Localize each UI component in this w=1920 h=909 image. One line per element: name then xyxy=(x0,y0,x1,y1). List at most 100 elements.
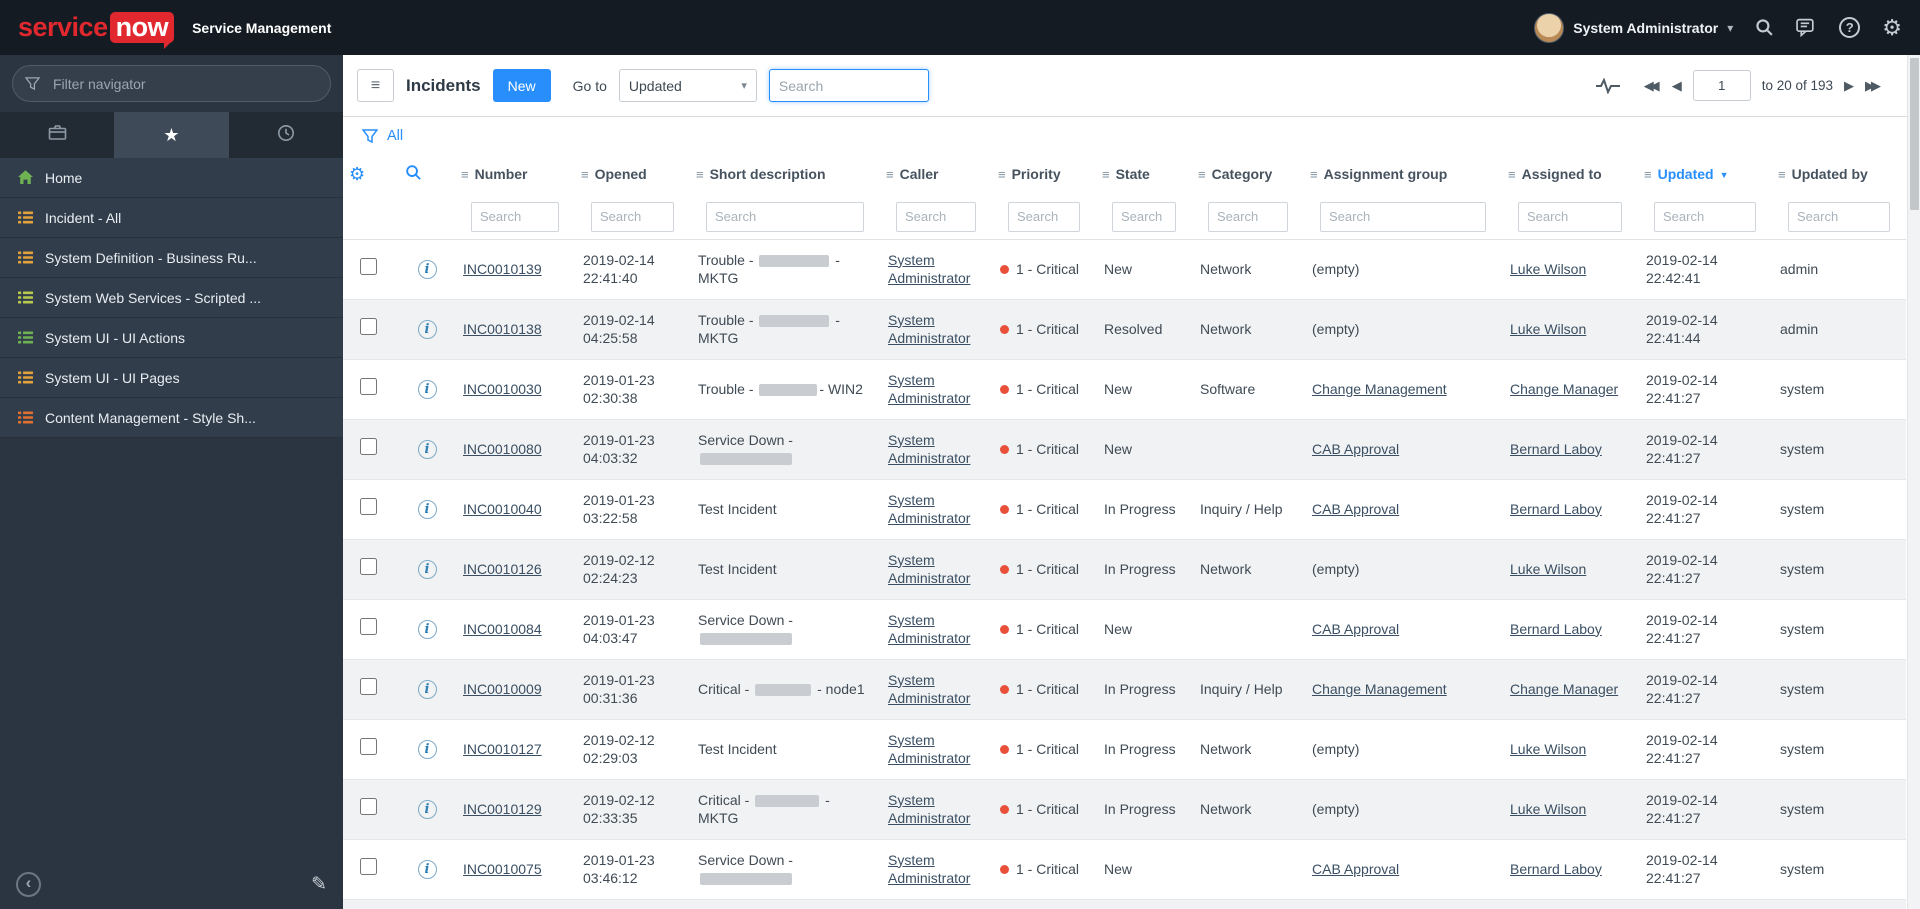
incident-number-link[interactable]: INC0010040 xyxy=(463,501,542,517)
incident-number-link[interactable]: INC0010009 xyxy=(463,681,542,697)
caller-link[interactable]: System Administrator xyxy=(888,492,970,526)
activity-stream-icon[interactable] xyxy=(1595,77,1621,94)
info-icon[interactable]: i xyxy=(417,740,437,759)
caller-link[interactable]: System Administrator xyxy=(888,852,970,886)
column-menu-icon[interactable]: ≡ xyxy=(1644,167,1652,182)
caller-link[interactable]: System Administrator xyxy=(888,612,970,646)
assignment-group-link[interactable]: CAB Approval xyxy=(1312,621,1399,637)
column-menu-icon[interactable]: ≡ xyxy=(1778,167,1786,182)
row-checkbox[interactable] xyxy=(360,858,377,876)
assigned-to-link[interactable]: Change Manager xyxy=(1510,381,1618,397)
incident-number-link[interactable]: INC0010127 xyxy=(463,741,542,757)
first-page-icon[interactable]: ◀◀ xyxy=(1644,78,1661,94)
assigned-to-link[interactable]: Change Manager xyxy=(1510,681,1618,697)
user-menu[interactable]: System Administrator ▾ xyxy=(1534,12,1733,43)
list-personalize-icon[interactable]: ⚙ xyxy=(349,164,365,184)
next-page-icon[interactable]: ▶ xyxy=(1844,78,1854,94)
incident-number-link[interactable]: INC0010129 xyxy=(463,801,542,817)
info-icon[interactable]: i xyxy=(417,260,437,279)
column-header-assignment_group[interactable]: ≡ Assignment group xyxy=(1304,155,1502,195)
filter-funnel-icon[interactable] xyxy=(362,128,378,144)
sidebar-item-system-definition-business-ru[interactable]: System Definition - Business Ru... xyxy=(0,238,343,278)
column-menu-icon[interactable]: ≡ xyxy=(886,167,894,182)
column-header-number[interactable]: ≡ Number xyxy=(455,155,575,195)
column-search-number[interactable] xyxy=(471,201,559,232)
column-menu-icon[interactable]: ≡ xyxy=(1198,167,1206,182)
row-checkbox[interactable] xyxy=(360,258,377,276)
column-menu-icon[interactable]: ≡ xyxy=(461,167,469,182)
assigned-to-link[interactable]: Luke Wilson xyxy=(1510,561,1586,577)
incident-number-link[interactable]: INC0010126 xyxy=(463,561,542,577)
column-search-assigned_to[interactable] xyxy=(1518,201,1622,232)
assigned-to-link[interactable]: Bernard Laboy xyxy=(1510,861,1602,877)
sidebar-item-system-ui-ui-pages[interactable]: System UI - UI Pages xyxy=(0,358,343,398)
column-menu-icon[interactable]: ≡ xyxy=(1508,167,1516,182)
caller-link[interactable]: System Administrator xyxy=(888,252,970,286)
info-icon[interactable]: i xyxy=(417,860,437,879)
info-icon[interactable]: i xyxy=(417,380,437,399)
assigned-to-link[interactable]: Luke Wilson xyxy=(1510,741,1586,757)
column-search-updated[interactable] xyxy=(1654,201,1756,232)
row-checkbox[interactable] xyxy=(360,738,377,756)
incident-number-link[interactable]: INC0010080 xyxy=(463,441,542,457)
caller-link[interactable]: System Administrator xyxy=(888,672,970,706)
caller-link[interactable]: System Administrator xyxy=(888,432,970,466)
breadcrumb-all[interactable]: All xyxy=(387,128,403,144)
sidebar-item-home[interactable]: Home xyxy=(0,158,343,198)
incident-number-link[interactable]: INC0010139 xyxy=(463,261,542,277)
last-page-icon[interactable]: ▶▶ xyxy=(1865,78,1882,94)
assignment-group-link[interactable]: CAB Approval xyxy=(1312,501,1399,517)
column-header-category[interactable]: ≡ Category xyxy=(1192,155,1304,195)
gear-icon[interactable]: ⚙ xyxy=(1882,16,1902,39)
incident-number-link[interactable]: INC0010138 xyxy=(463,321,542,337)
column-header-updated[interactable]: ≡ Updated ▼ xyxy=(1638,155,1772,195)
column-menu-icon[interactable]: ≡ xyxy=(1102,167,1110,182)
column-search-priority[interactable] xyxy=(1008,201,1080,232)
caller-link[interactable]: System Administrator xyxy=(888,732,970,766)
column-search-updated_by[interactable] xyxy=(1788,201,1890,232)
info-icon[interactable]: i xyxy=(417,560,437,579)
column-search-caller[interactable] xyxy=(896,201,976,232)
list-search-input[interactable] xyxy=(768,69,929,102)
column-search-opened[interactable] xyxy=(591,201,674,232)
row-checkbox[interactable] xyxy=(360,798,377,816)
chat-icon[interactable] xyxy=(1796,18,1817,37)
page-row-input[interactable] xyxy=(1692,70,1751,101)
row-checkbox[interactable] xyxy=(360,558,377,576)
assigned-to-link[interactable]: Luke Wilson xyxy=(1510,801,1586,817)
collapse-sidebar-icon[interactable]: ‹ xyxy=(16,871,41,897)
column-header-state[interactable]: ≡ State xyxy=(1096,155,1192,195)
column-menu-icon[interactable]: ≡ xyxy=(696,167,704,182)
filter-navigator-input[interactable] xyxy=(12,65,331,102)
column-menu-icon[interactable]: ≡ xyxy=(998,167,1006,182)
info-icon[interactable]: i xyxy=(417,800,437,819)
column-search-short_description[interactable] xyxy=(706,201,864,232)
caller-link[interactable]: System Administrator xyxy=(888,312,970,346)
assigned-to-link[interactable]: Bernard Laboy xyxy=(1510,501,1602,517)
assignment-group-link[interactable]: Change Management xyxy=(1312,381,1447,397)
global-search-icon[interactable] xyxy=(1755,18,1774,37)
new-button[interactable]: New xyxy=(492,69,551,102)
column-header-updated_by[interactable]: ≡ Updated by xyxy=(1772,155,1906,195)
column-header-assigned_to[interactable]: ≡ Assigned to xyxy=(1502,155,1638,195)
scrollbar-thumb[interactable] xyxy=(1910,58,1919,210)
sidebar-item-content-management-style-sh[interactable]: Content Management - Style Sh... xyxy=(0,398,343,438)
caller-link[interactable]: System Administrator xyxy=(888,372,970,406)
column-header-opened[interactable]: ≡ Opened xyxy=(575,155,690,195)
column-menu-icon[interactable]: ≡ xyxy=(581,167,589,182)
sidebar-item-system-ui-ui-actions[interactable]: System UI - UI Actions xyxy=(0,318,343,358)
info-icon[interactable]: i xyxy=(417,620,437,639)
list-context-menu-button[interactable]: ≡ xyxy=(357,69,394,102)
column-header-short_description[interactable]: ≡ Short description xyxy=(690,155,880,195)
column-menu-icon[interactable]: ≡ xyxy=(1310,167,1318,182)
goto-field-select[interactable]: Updated ▾ xyxy=(618,69,757,102)
assigned-to-link[interactable]: Luke Wilson xyxy=(1510,321,1586,337)
assignment-group-link[interactable]: CAB Approval xyxy=(1312,861,1399,877)
servicenow-logo[interactable]: service now xyxy=(18,12,175,49)
previous-page-icon[interactable]: ◀ xyxy=(1672,78,1682,94)
vertical-scrollbar[interactable] xyxy=(1907,55,1920,909)
caller-link[interactable]: System Administrator xyxy=(888,792,970,826)
incident-number-link[interactable]: INC0010075 xyxy=(463,861,542,877)
assigned-to-link[interactable]: Bernard Laboy xyxy=(1510,441,1602,457)
column-search-state[interactable] xyxy=(1112,201,1176,232)
